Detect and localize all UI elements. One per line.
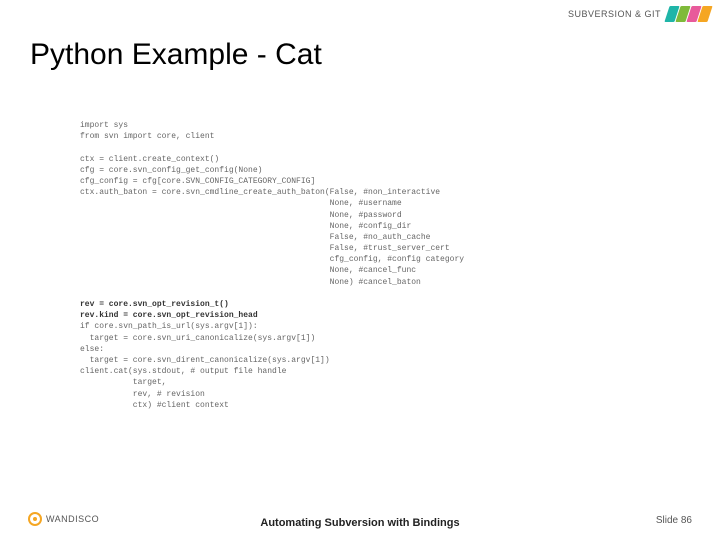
code-setup: ctx = client.create_context() cfg = core… <box>80 155 464 287</box>
footer-logo: WANDISCO <box>28 512 99 526</box>
wandisco-text: WANDISCO <box>46 514 99 524</box>
code-block: import sys from svn import core, client … <box>80 120 464 411</box>
code-target: if core.svn_path_is_url(sys.argv[1]): ta… <box>80 322 330 409</box>
wandisco-icon <box>28 512 42 526</box>
code-imports: import sys from svn import core, client <box>80 121 214 141</box>
code-revision-bold: rev = core.svn_opt_revision_t() rev.kind… <box>80 300 258 320</box>
header: SUBVERSION & GIT <box>568 6 710 22</box>
live-logo <box>667 6 710 22</box>
slide-number: Slide 86 <box>656 515 692 526</box>
footer-center-title: Automating Subversion with Bindings <box>260 517 459 530</box>
header-text: SUBVERSION & GIT <box>568 9 661 19</box>
slide-title: Python Example - Cat <box>30 38 322 72</box>
